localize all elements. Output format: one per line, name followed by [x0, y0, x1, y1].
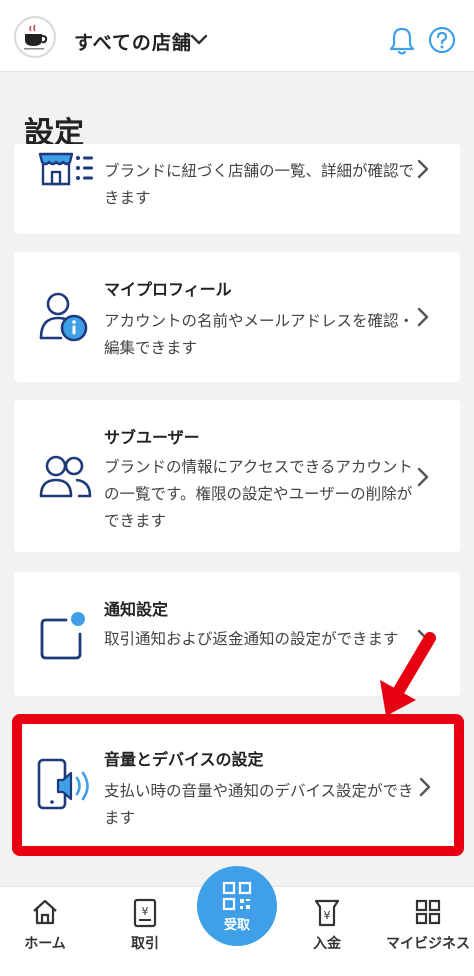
- profile-info-icon: [39, 292, 88, 342]
- chevron-right-icon: [417, 159, 429, 179]
- nav-deposit[interactable]: ¥ 入金: [282, 887, 372, 976]
- volume-device-settings-description: 支払い時の音量や通知のデバイス設定ができます: [104, 782, 414, 827]
- notification-badge-icon: [40, 612, 85, 660]
- red-arrow-icon: [380, 632, 436, 716]
- store-logo[interactable]: [14, 16, 56, 58]
- nav-transactions[interactable]: ¥ 取引: [100, 887, 190, 976]
- chevron-right-icon: [417, 467, 429, 487]
- nav-deposit-label: 入金: [313, 936, 341, 952]
- volume-device-settings-card[interactable]: 音量とデバイスの設定 支払い時の音量や通知のデバイス設定ができます: [12, 714, 464, 856]
- my-profile-title: マイプロフィール: [104, 280, 232, 299]
- sub-users-card[interactable]: サブユーザー ブランドの情報にアクセスできるアカウントの一覧です。権限の設定やユ…: [14, 400, 460, 552]
- users-group-icon: [39, 455, 92, 498]
- store-selector[interactable]: すべての店舗: [74, 28, 192, 55]
- svg-text:¥: ¥: [142, 905, 149, 918]
- receive-button[interactable]: 受取: [197, 866, 277, 946]
- nav-home-label: ホーム: [24, 936, 66, 952]
- qr-code-icon: [222, 881, 252, 910]
- deposit-icon: ¥: [314, 899, 340, 927]
- receipt-icon: ¥: [133, 898, 157, 928]
- chevron-right-icon: [419, 777, 431, 797]
- chevron-down-icon[interactable]: [190, 34, 208, 46]
- grid-icon: [415, 899, 441, 925]
- sub-users-description: ブランドの情報にアクセスできるアカウントの一覧です。権限の設定やユーザーの削除が…: [104, 458, 413, 530]
- nav-transactions-label: 取引: [131, 936, 159, 952]
- store-list-icon: [38, 152, 93, 186]
- sub-users-title: サブユーザー: [104, 428, 200, 447]
- receive-label: 受取: [223, 917, 250, 933]
- store-list-card[interactable]: ブランドに紐づく店舗の一覧、詳細が確認できます: [14, 144, 460, 234]
- chevron-right-icon: [417, 307, 429, 327]
- coffee-cup-icon: [24, 24, 48, 50]
- bell-icon[interactable]: [388, 26, 416, 56]
- store-list-description: ブランドに紐づく店舗の一覧、詳細が確認できます: [104, 162, 415, 207]
- nav-my-business[interactable]: マイビジネス: [382, 887, 474, 976]
- home-icon: [33, 899, 57, 925]
- my-profile-card[interactable]: マイプロフィール アカウントの名前やメールアドレスを確認・編集できます: [14, 252, 460, 382]
- nav-my-business-label: マイビジネス: [386, 936, 470, 952]
- help-icon[interactable]: [428, 26, 456, 54]
- phone-speaker-icon: [37, 758, 89, 810]
- app-header: すべての店舗: [0, 0, 474, 72]
- nav-home[interactable]: ホーム: [0, 887, 90, 976]
- notification-settings-title: 通知設定: [104, 600, 169, 619]
- my-profile-description: アカウントの名前やメールアドレスを確認・編集できます: [104, 312, 415, 357]
- volume-device-settings-title: 音量とデバイスの設定: [104, 750, 264, 769]
- svg-text:¥: ¥: [324, 909, 331, 922]
